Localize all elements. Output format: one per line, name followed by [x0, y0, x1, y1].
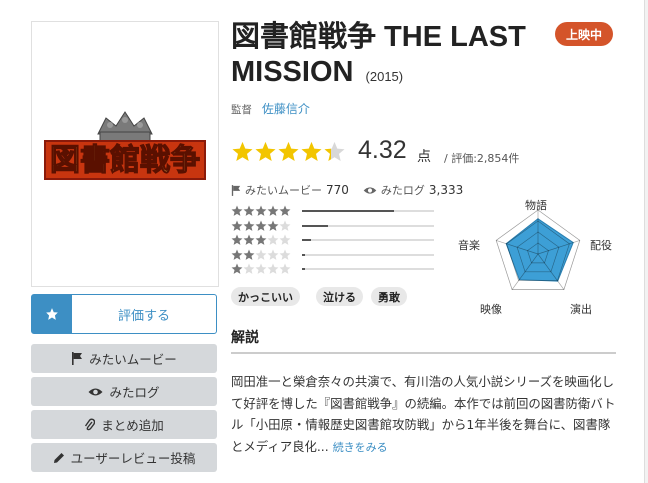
section-divider	[231, 352, 616, 354]
movie-card: 図書館戦争 評価する みたいムービー みたログ まとめ追加 ユーザーレビュー投稿	[0, 0, 645, 483]
rating-row-stars	[231, 249, 291, 261]
small-star-icon	[231, 205, 243, 216]
small-star-icon	[243, 205, 255, 216]
status-badge: 上映中	[555, 22, 613, 46]
score-star-icon	[232, 141, 253, 161]
small-star-icon	[267, 220, 279, 231]
score-value: 4.32	[358, 136, 407, 164]
section-heading: 解説	[231, 330, 259, 346]
small-star-icon	[231, 263, 243, 274]
small-star-icon	[279, 220, 291, 231]
post-review-button[interactable]: ユーザーレビュー投稿	[31, 443, 217, 472]
small-star-icon	[255, 234, 267, 245]
small-star-icon	[279, 263, 291, 274]
score-star-icon	[255, 141, 276, 161]
rating-bar-track	[302, 239, 434, 241]
small-star-icon	[279, 249, 291, 260]
rating-bar-fill	[302, 268, 305, 270]
small-star-icon	[255, 205, 267, 216]
small-star-icon	[243, 220, 255, 231]
rate-button[interactable]: 評価する	[31, 294, 217, 334]
watched-count-label: みたログ	[380, 184, 425, 197]
want-count: 770	[326, 183, 349, 197]
small-star-icon	[231, 220, 243, 231]
rating-bar-track	[302, 253, 434, 256]
score-star-icon	[301, 141, 322, 161]
eye-icon	[88, 387, 103, 397]
small-star-icon	[267, 249, 279, 260]
watched-log-button[interactable]: みたログ	[31, 377, 217, 406]
radar-label-music: 音楽	[458, 239, 480, 252]
rating-bar-fill	[302, 224, 329, 227]
radar-label-direction: 演出	[570, 303, 592, 316]
star-icon	[32, 295, 72, 333]
post-review-label: ユーザーレビュー投稿	[70, 451, 196, 466]
rating-bar-fill	[302, 239, 312, 241]
radar-label-story: 物語	[525, 199, 547, 212]
read-more-link[interactable]: 続きをみる	[333, 441, 388, 454]
rating-row-stars	[231, 234, 291, 246]
watched-log-label: みたログ	[109, 385, 160, 400]
small-star-icon	[267, 234, 279, 245]
score-stars	[231, 141, 346, 163]
tag-chip[interactable]: 勇敢	[371, 287, 407, 306]
rating-bar-fill	[302, 253, 305, 256]
synopsis-body: 岡田准一と榮倉奈々の共演で、有川浩の人気小説シリーズを映画化して好評を博した『図…	[231, 374, 616, 454]
small-star-icon	[255, 263, 267, 274]
flag-icon	[231, 184, 241, 196]
rating-row-stars	[231, 205, 291, 217]
poster-image[interactable]: 図書館戦争	[31, 21, 219, 287]
tag-chip[interactable]: 泣ける	[316, 287, 363, 306]
rating-bar-track	[302, 268, 434, 270]
want-to-watch-label: みたいムービー	[89, 352, 177, 367]
small-star-icon	[243, 249, 255, 260]
small-star-icon	[279, 205, 291, 216]
flag-icon	[71, 352, 83, 365]
rating-bar-fill	[302, 210, 395, 212]
small-star-icon	[243, 263, 255, 274]
small-star-icon	[231, 234, 243, 245]
pencil-icon	[53, 452, 65, 464]
paperclip-icon	[84, 418, 96, 431]
rate-button-label: 評価する	[117, 308, 170, 324]
score-star-icon	[278, 141, 299, 161]
movie-title-block: 図書館戦争 THE LAST MISSION (2015)	[231, 20, 571, 94]
small-star-icon	[267, 263, 279, 274]
activity-counts: みたいムービー 770 みたログ 3,333	[231, 182, 463, 198]
want-count-label: みたいムービー	[245, 184, 322, 197]
release-year: (2015)	[365, 69, 404, 84]
radar-label-cast: 配役	[590, 239, 612, 252]
want-to-watch-button[interactable]: みたいムービー	[31, 344, 217, 373]
add-to-collection-label: まとめ追加	[101, 418, 164, 433]
poster-logo-graphic: 図書館戦争	[44, 111, 206, 180]
poster-logo-text: 図書館戦争	[50, 143, 200, 178]
small-star-icon	[231, 249, 243, 260]
score-unit: 点	[417, 149, 431, 165]
tag-chip[interactable]: かっこいい	[231, 287, 300, 306]
add-to-collection-button[interactable]: まとめ追加	[31, 410, 217, 439]
rating-row-stars	[231, 263, 291, 275]
small-star-icon	[255, 249, 267, 260]
eye-icon	[363, 186, 377, 195]
rating-bar-track	[302, 224, 434, 227]
director-row: 監督 佐藤信介	[231, 100, 310, 117]
score-star-icon	[324, 141, 345, 161]
rating-row-stars	[231, 220, 291, 232]
synopsis-text: 岡田准一と榮倉奈々の共演で、有川浩の人気小説シリーズを映画化して好評を博した『図…	[231, 371, 619, 458]
review-count: / 評価:2,854件	[444, 152, 520, 165]
director-role-label: 監督	[231, 104, 252, 116]
small-star-icon	[267, 205, 279, 216]
radar-label-visuals: 映像	[480, 303, 502, 316]
small-star-icon	[279, 234, 291, 245]
director-name-link[interactable]: 佐藤信介	[262, 102, 310, 116]
rating-bar-track	[302, 210, 434, 212]
small-star-icon	[243, 234, 255, 245]
small-star-icon	[255, 220, 267, 231]
